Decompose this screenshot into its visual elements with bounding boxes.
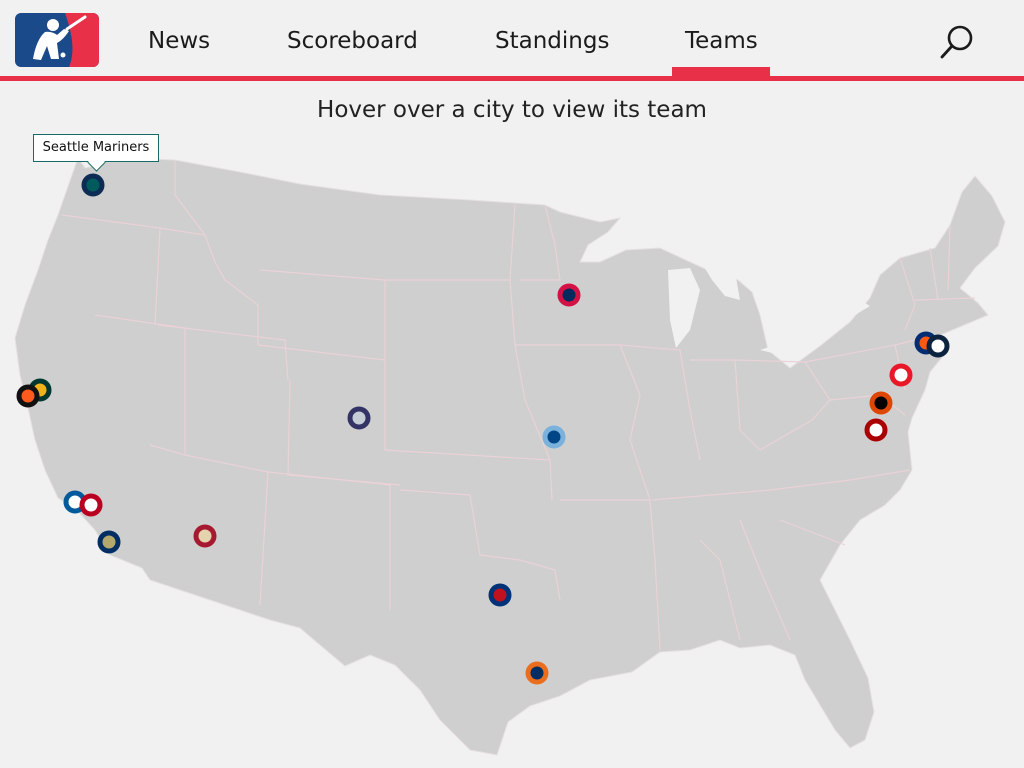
- tab-teams[interactable]: Teams: [685, 24, 758, 58]
- team-marker-texas-rangers[interactable]: [488, 583, 512, 607]
- tab-scoreboard[interactable]: Scoreboard: [287, 24, 418, 58]
- team-marker-los-angeles-angels[interactable]: [79, 493, 103, 517]
- mlb-logo-icon[interactable]: [15, 13, 99, 67]
- team-marker-san-diego-padres[interactable]: [97, 530, 121, 554]
- team-tooltip: Seattle Mariners: [33, 134, 159, 162]
- team-marker-houston-astros[interactable]: [525, 661, 549, 685]
- team-marker-new-york-yankees[interactable]: [926, 334, 950, 358]
- team-marker-arizona-diamondbacks[interactable]: [193, 524, 217, 548]
- team-marker-baltimore-orioles[interactable]: [869, 391, 893, 415]
- nav-underline: [0, 76, 1024, 81]
- team-marker-philadelphia-phillies[interactable]: [889, 363, 913, 387]
- team-marker-minnesota-twins[interactable]: [557, 283, 581, 307]
- map-heading: Hover over a city to view its team: [317, 97, 707, 123]
- top-nav-bar: News Scoreboard Standings Teams: [0, 0, 1024, 82]
- team-marker-san-francisco-giants[interactable]: [16, 384, 40, 408]
- us-land-shape: [14, 151, 1006, 756]
- active-tab-indicator: [672, 67, 770, 78]
- tab-news[interactable]: News: [148, 24, 210, 58]
- tab-standings[interactable]: Standings: [495, 24, 609, 58]
- search-icon[interactable]: [937, 22, 977, 62]
- team-marker-colorado-rockies[interactable]: [347, 406, 371, 430]
- team-marker-washington-nationals[interactable]: [864, 418, 888, 442]
- us-map[interactable]: [0, 125, 1024, 768]
- team-marker-seattle-mariners[interactable]: [81, 173, 105, 197]
- team-marker-kansas-city-royals[interactable]: [542, 425, 566, 449]
